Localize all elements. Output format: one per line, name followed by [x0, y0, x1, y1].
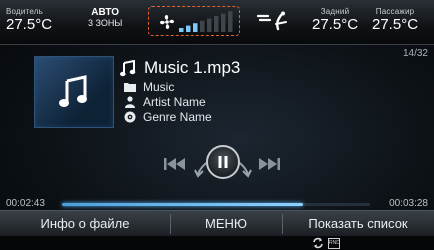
artist-row: Artist Name: [124, 95, 206, 109]
person-icon: [125, 96, 135, 108]
media-screen: Водитель 27.5°C АВТО 3 ЗОНЫ Задний 27.5°…: [0, 0, 434, 250]
zones-label: 3 ЗОНЫ: [88, 18, 123, 28]
fan-level-bar: [228, 11, 233, 32]
fan-speed-control[interactable]: [148, 6, 240, 36]
passenger-temp: 27.5°C: [372, 16, 419, 33]
driver-label: Водитель: [6, 7, 43, 16]
fan-level-bar: [179, 28, 184, 32]
track-title: Music 1.mp3: [144, 58, 241, 77]
track-title-row: Music 1.mp3: [120, 58, 240, 78]
bottom-bar: Инфо о файле МЕНЮ Показать список: [0, 210, 434, 237]
auto-label: АВТО: [91, 7, 119, 18]
status-bar: RND: [0, 236, 434, 250]
artist-name: Artist Name: [143, 95, 206, 109]
pause-icon: [218, 156, 228, 168]
climate-bar: Водитель 27.5°C АВТО 3 ЗОНЫ Задний 27.5°…: [0, 0, 434, 45]
disc-icon: [124, 111, 136, 123]
fan-icon: [160, 15, 174, 29]
pause-button[interactable]: [206, 145, 240, 179]
file-info-button[interactable]: Инфо о файле: [0, 211, 170, 237]
genre-row: Genre Name: [124, 110, 212, 124]
next-track-button[interactable]: [258, 157, 280, 171]
passenger-label: Пассажир: [375, 7, 415, 16]
driver-temp: 27.5°C: [6, 16, 53, 33]
airflow-direction-icon[interactable]: [256, 10, 292, 32]
folder-row: Music: [124, 80, 174, 94]
shuffle-badge: RND: [328, 238, 340, 249]
album-art: [34, 56, 114, 128]
previous-track-button[interactable]: [164, 157, 186, 171]
rear-zone[interactable]: Задний 27.5°C: [312, 7, 358, 34]
music-note-icon: [120, 59, 136, 76]
track-counter: 14/32: [402, 48, 428, 59]
progress-bar[interactable]: [62, 203, 370, 206]
folder-icon: [124, 83, 136, 92]
folder-name: Music: [143, 80, 175, 94]
genre-name: Genre Name: [143, 110, 212, 124]
music-note-icon: [59, 75, 87, 107]
menu-button[interactable]: МЕНЮ: [170, 211, 282, 237]
fan-level-bar: [207, 18, 212, 32]
fan-level-bar: [221, 13, 226, 32]
transport-controls: [140, 132, 300, 192]
show-list-button[interactable]: Показать список: [282, 211, 434, 237]
passenger-zone[interactable]: Пассажир 27.5°C: [372, 7, 418, 34]
fan-level-bar: [214, 16, 219, 32]
elapsed-time: 00:02:43: [6, 198, 45, 209]
progress-fill: [62, 203, 304, 206]
repeat-icon: [313, 237, 323, 249]
fan-level-bar: [200, 20, 205, 32]
total-time: 00:03:28: [389, 198, 428, 209]
driver-zone[interactable]: Водитель 27.5°C: [6, 7, 52, 34]
fan-level-bar: [193, 23, 198, 32]
fan-level-bar: [186, 25, 191, 32]
fan-level-bars: [179, 11, 233, 32]
rear-label: Задний: [320, 7, 350, 16]
rear-temp: 27.5°C: [312, 16, 359, 33]
climate-mode[interactable]: АВТО 3 ЗОНЫ: [88, 7, 122, 29]
